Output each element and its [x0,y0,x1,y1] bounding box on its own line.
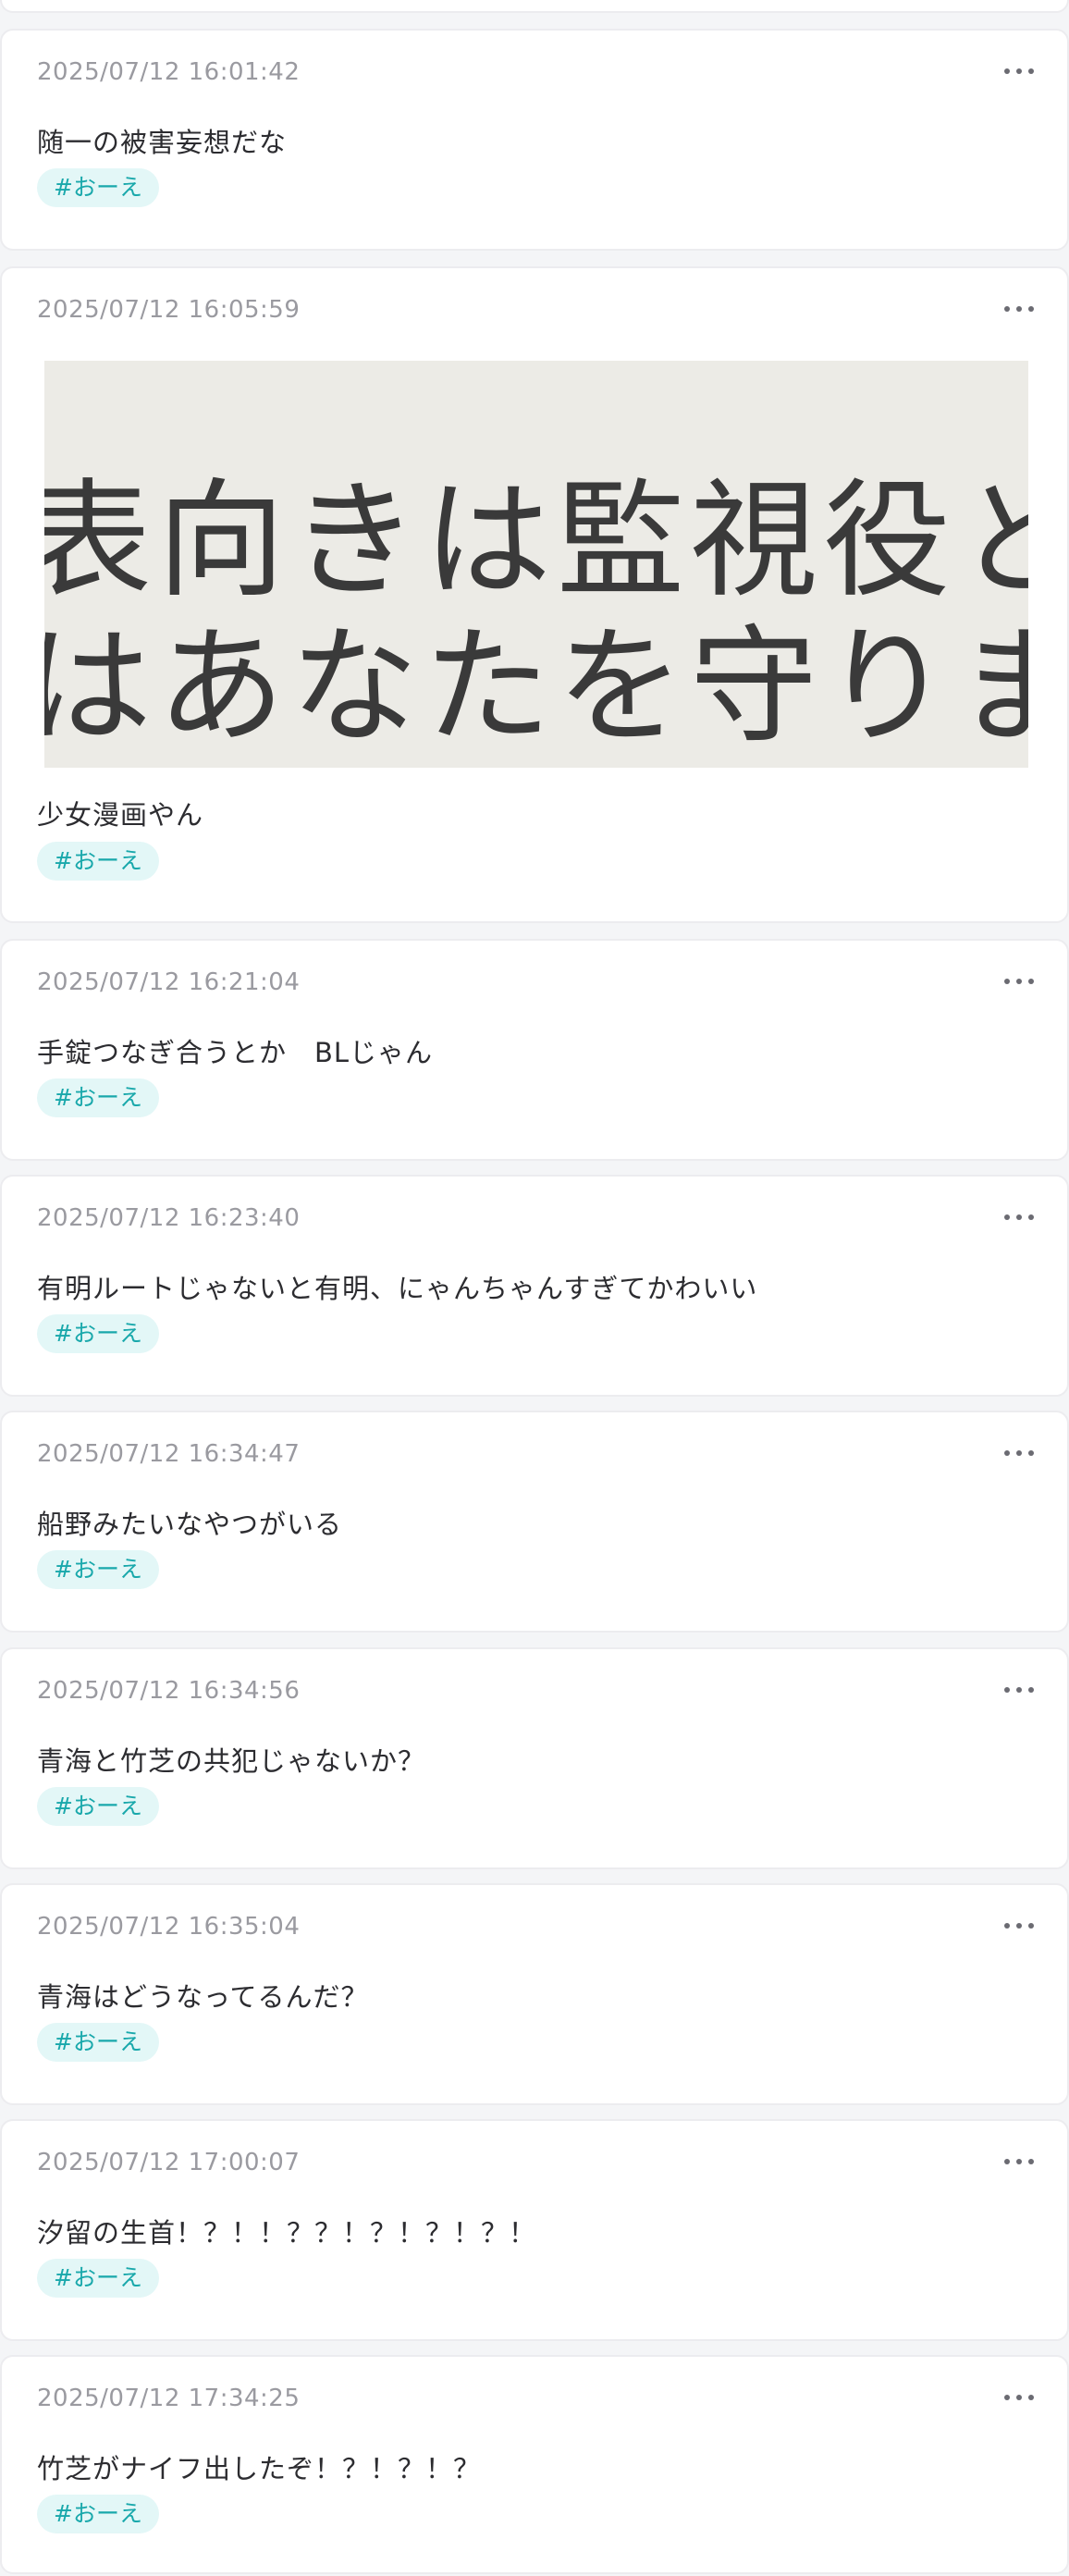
post-text: 有明ルートじゃないと有明、にゃんちゃんすぎてかわいい [37,1273,758,1304]
post-timestamp: 2025/07/12 16:23:40 [37,1204,301,1232]
post-card: 2025/07/12 16:01:42 随一の被害妄想だな #おーえ [0,29,1069,251]
post-card-partial [0,0,1069,13]
more-options-icon[interactable] [1004,976,1034,987]
post-feed: 2025/07/12 16:01:42 随一の被害妄想だな #おーえ 2025/… [0,0,1069,2576]
post-card: 2025/07/12 16:23:40 有明ルートじゃないと有明、にゃんちゃんす… [0,1175,1069,1397]
post-card: 2025/07/12 16:34:56 青海と竹芝の共犯じゃないか？ #おーえ [0,1647,1069,1869]
post-timestamp: 2025/07/12 16:34:47 [37,1440,301,1468]
post-text: 随一の被害妄想だな [37,127,288,158]
post-timestamp: 2025/07/12 16:01:42 [37,58,301,86]
more-options-icon[interactable] [1004,2392,1034,2403]
post-tag[interactable]: #おーえ [37,1314,159,1353]
post-timestamp: 2025/07/12 16:35:04 [37,1913,301,1941]
post-timestamp: 2025/07/12 16:05:59 [37,296,301,324]
post-text: 手錠つなぎ合うとか BLじゃん [37,1037,434,1068]
post-tag[interactable]: #おーえ [37,2023,159,2062]
more-options-icon[interactable] [1004,1212,1034,1223]
post-card: 2025/07/12 16:35:04 青海はどうなってるんだ？ #おーえ [0,1883,1069,2105]
more-options-icon[interactable] [1004,2156,1034,2167]
image-text-line: はあなたを守りま [44,612,1028,761]
post-tag[interactable]: #おーえ [37,2495,159,2533]
more-options-icon[interactable] [1004,1448,1034,1459]
post-tag[interactable]: #おーえ [37,842,159,881]
post-timestamp: 2025/07/12 16:21:04 [37,968,301,996]
post-text: 青海と竹芝の共犯じゃないか？ [37,1745,426,1777]
post-tag[interactable]: #おーえ [37,1078,159,1117]
post-text: 少女漫画やん [37,799,204,831]
post-tag[interactable]: #おーえ [37,2259,159,2298]
post-card: 2025/07/12 16:21:04 手錠つなぎ合うとか BLじゃん #おーえ [0,939,1069,1161]
more-options-icon[interactable] [1004,303,1034,314]
more-options-icon[interactable] [1004,66,1034,77]
more-options-icon[interactable] [1004,1684,1034,1695]
more-options-icon[interactable] [1004,1920,1034,1931]
post-timestamp: 2025/07/12 17:34:25 [37,2385,301,2412]
post-card: 2025/07/12 17:34:25 竹芝がナイフ出したぞ！？！？！？ #おー… [0,2355,1069,2574]
post-text: 竹芝がナイフ出したぞ！？！？！？ [37,2453,482,2484]
post-card: 2025/07/12 17:00:07 汐留の生首！？！！？？！？！？！？！ #… [0,2119,1069,2341]
post-text: 船野みたいなやつがいる [37,1509,343,1540]
post-card: 2025/07/12 16:34:47 船野みたいなやつがいる #おーえ [0,1411,1069,1633]
post-text: 汐留の生首！？！！？？！？！？！？！ [37,2217,537,2249]
post-text: 青海はどうなってるんだ？ [37,1981,369,2013]
post-timestamp: 2025/07/12 17:00:07 [37,2149,301,2176]
post-card: 2025/07/12 16:05:59 表向きは監視役と はあなたを守りま 少女… [0,266,1069,923]
post-tag[interactable]: #おーえ [37,1787,159,1826]
post-tag[interactable]: #おーえ [37,168,159,207]
post-tag[interactable]: #おーえ [37,1550,159,1589]
post-timestamp: 2025/07/12 16:34:56 [37,1677,301,1705]
post-image[interactable]: 表向きは監視役と はあなたを守りま [44,361,1028,768]
